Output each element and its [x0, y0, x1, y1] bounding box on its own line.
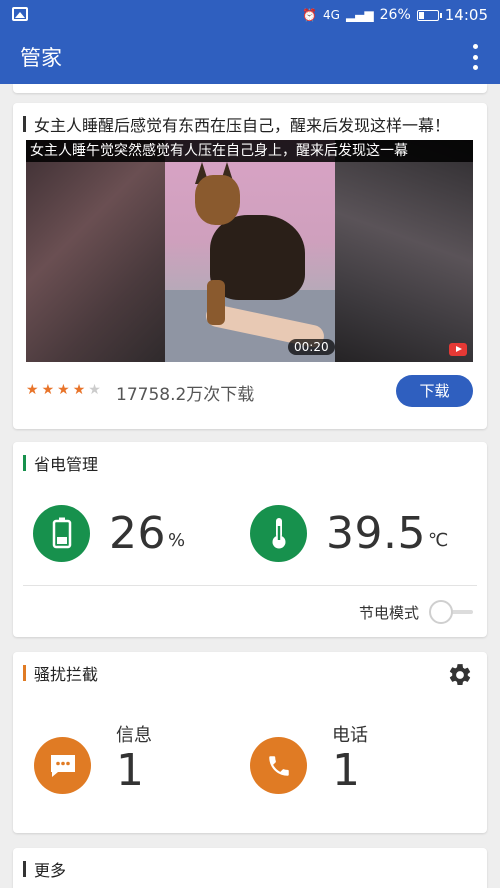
video-duration: 00:20 — [288, 339, 335, 355]
network-type: 4G — [323, 8, 340, 22]
star-filled-icon: ★ — [41, 382, 55, 398]
star-filled-icon: ★ — [26, 382, 39, 398]
blurred-right-panel — [335, 140, 473, 362]
star-filled-icon: ★ — [72, 382, 86, 398]
ad-title: 女主人睡醒后感觉有东西在压自己，醒来后发现这样一幕！ — [34, 116, 451, 135]
more-title-row: 更多 — [23, 858, 66, 880]
battery-percent: 26% — [379, 7, 411, 23]
app-bar: 管家 — [0, 30, 500, 84]
ad-title-row: 女主人睡醒后感觉有东西在压自己，醒来后发现这样一幕！ — [23, 113, 483, 135]
temperature-stat[interactable]: 39.5 ℃ — [250, 504, 448, 562]
calls-count: 1 — [332, 745, 360, 796]
battery-stat[interactable]: 26 % — [33, 504, 185, 562]
messages-count: 1 — [116, 745, 144, 796]
status-icons: ⏰ 4G ▂▄▆ 26% 14:05 — [302, 5, 488, 25]
previous-card-edge — [13, 84, 487, 93]
title-marker — [23, 665, 26, 681]
rating-stars: ★ ★ ★ ★ ★ — [26, 382, 101, 398]
harassment-title: 骚扰拦截 — [34, 665, 99, 684]
ad-footer: ★ ★ ★ ★ ★ 17758.2万次下载 下载 — [26, 375, 473, 407]
blurred-left-panel — [26, 140, 165, 362]
power-save-mode-row: 节电模式 — [359, 598, 473, 626]
signal-icon: ▂▄▆ — [345, 8, 374, 22]
ad-video-thumbnail[interactable]: 女主人睡午觉突然感觉有人压在自己身上，醒来后发现这一幕 00:20 — [26, 140, 473, 362]
calls-label: 电话 — [332, 725, 368, 746]
divider — [23, 585, 477, 586]
battery-unit: % — [168, 529, 186, 551]
battery-icon — [416, 9, 442, 21]
ad-card[interactable]: 女主人睡醒后感觉有东西在压自己，醒来后发现这样一幕！ 女主人睡午觉突然感觉有人压… — [13, 103, 487, 429]
play-badge-icon — [449, 343, 467, 356]
dog-head — [195, 175, 240, 225]
blocked-messages[interactable]: 信息 1 — [34, 721, 234, 811]
download-count: 17758.2万次下载 — [116, 385, 255, 405]
battery-value: 26 — [109, 507, 166, 559]
star-empty-icon: ★ — [88, 382, 101, 398]
alarm-icon: ⏰ — [302, 8, 318, 22]
more-title: 更多 — [34, 861, 67, 880]
video-frame — [165, 140, 335, 362]
status-bar: ⏰ 4G ▂▄▆ 26% 14:05 — [0, 0, 500, 30]
harassment-block-card[interactable]: 骚扰拦截 信息 1 电话 1 — [13, 652, 487, 833]
gear-icon[interactable] — [447, 662, 473, 688]
title-marker — [23, 116, 26, 132]
blocked-calls[interactable]: 电话 1 — [250, 721, 450, 811]
battery-circle-icon — [33, 504, 90, 562]
clock: 14:05 — [444, 6, 488, 24]
image-notification-icon — [12, 7, 28, 21]
power-management-card[interactable]: 省电管理 26 % 39.5 ℃ 节电模式 — [13, 442, 487, 637]
video-caption: 女主人睡午觉突然感觉有人压在自己身上，醒来后发现这一幕 — [26, 140, 473, 162]
overflow-menu-icon[interactable] — [472, 44, 478, 70]
app-title: 管家 — [20, 46, 62, 70]
message-icon — [34, 737, 91, 794]
harassment-title-row: 骚扰拦截 — [23, 662, 98, 684]
power-save-toggle[interactable] — [429, 600, 473, 624]
title-marker — [23, 861, 26, 877]
messages-label: 信息 — [116, 725, 152, 746]
thermometer-icon — [250, 504, 307, 562]
dog-leg — [207, 280, 225, 325]
power-title: 省电管理 — [34, 455, 99, 474]
title-marker — [23, 455, 26, 471]
star-filled-icon: ★ — [57, 382, 70, 398]
power-title-row: 省电管理 — [23, 452, 98, 474]
power-save-mode-label: 节电模式 — [358, 603, 419, 622]
phone-icon — [250, 737, 307, 794]
download-button[interactable]: 下载 — [396, 375, 473, 407]
temperature-value: 39.5 — [326, 507, 426, 559]
temperature-unit: ℃ — [427, 529, 449, 551]
more-card[interactable]: 更多 — [13, 848, 487, 888]
